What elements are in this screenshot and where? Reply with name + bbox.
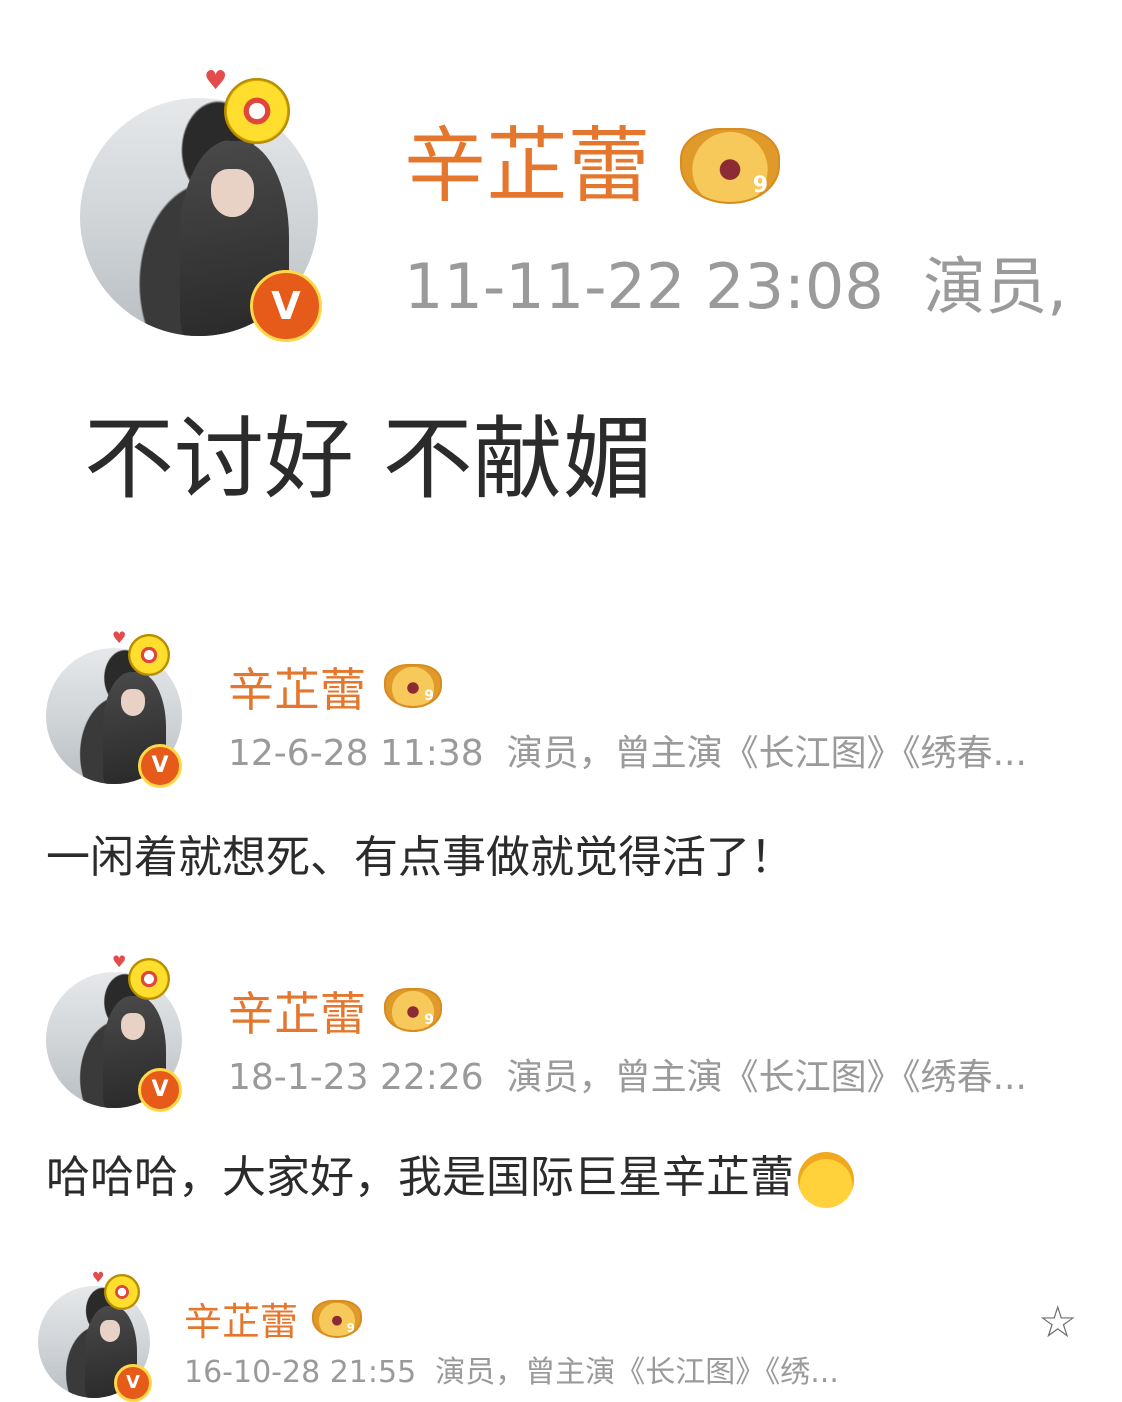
laughing-crying-emoji-icon xyxy=(798,1152,854,1208)
member-level: 9 xyxy=(424,1012,434,1028)
verified-badge: V xyxy=(114,1364,152,1402)
camera-pendant-icon xyxy=(104,1274,140,1310)
avatar-face xyxy=(120,688,146,716)
camera-pendant-icon xyxy=(128,958,170,1000)
favorite-star-icon[interactable]: ☆ xyxy=(1038,1298,1077,1348)
heart-icon: ♥ xyxy=(112,628,127,647)
post-content: 一闲着就想死、有点事做就觉得活了！ xyxy=(46,832,794,883)
post-meta: 11-11-22 23:08 演员, xyxy=(404,252,1067,322)
bio: 演员，曾主演《长江图》《绣春... xyxy=(506,733,1027,774)
post-1: ♥ V 辛芷蕾 9 11-11-22 23:08 演员, 不讨好 不献媚 xyxy=(0,0,1122,560)
member-level: 9 xyxy=(752,173,768,198)
post-meta: 12-6-28 11:38 演员，曾主演《长江图》《绣春... xyxy=(228,732,1027,776)
username[interactable]: 辛芷蕾 xyxy=(228,984,366,1044)
verified-badge: V xyxy=(138,1068,182,1112)
timestamp: 18-1-23 22:26 xyxy=(228,1057,484,1098)
timestamp: 16-10-28 21:55 xyxy=(184,1355,417,1390)
member-crown-icon: 9 xyxy=(384,988,442,1032)
post-2: ♥ V 辛芷蕾 9 12-6-28 11:38 演员，曾主演《长江图》《绣春..… xyxy=(0,620,1122,920)
post-content-row: 哈哈哈，大家好，我是国际巨星辛芷蕾 xyxy=(46,1148,854,1208)
post-content: 不讨好 不献媚 xyxy=(84,407,653,512)
heart-icon: ♥ xyxy=(112,952,127,971)
bio: 演员，曾主演《长江图》《绣... xyxy=(435,1355,839,1390)
member-level: 9 xyxy=(424,688,434,704)
timestamp: 12-6-28 11:38 xyxy=(228,733,484,774)
bio: 演员, xyxy=(923,250,1067,323)
post-meta: 16-10-28 21:55 演员，曾主演《长江图》《绣... xyxy=(184,1354,839,1392)
member-level: 9 xyxy=(346,1321,355,1335)
heart-icon: ♥ xyxy=(204,66,228,96)
verified-badge: V xyxy=(250,270,322,342)
username[interactable]: 辛芷蕾 xyxy=(184,1298,298,1346)
username[interactable]: 辛芷蕾 xyxy=(404,112,650,222)
camera-pendant-icon xyxy=(128,634,170,676)
post-4: ♥ V 辛芷蕾 9 16-10-28 21:55 演员，曾主演《长江图》《绣..… xyxy=(0,1264,1122,1402)
avatar-face xyxy=(210,169,254,217)
member-crown-icon: 9 xyxy=(680,128,780,204)
username[interactable]: 辛芷蕾 xyxy=(228,660,366,720)
verified-badge: V xyxy=(138,744,182,788)
avatar-face xyxy=(99,1319,120,1342)
avatar-face xyxy=(120,1012,146,1040)
camera-pendant-icon xyxy=(224,78,290,144)
timestamp: 11-11-22 23:08 xyxy=(404,250,884,323)
post-meta: 18-1-23 22:26 演员，曾主演《长江图》《绣春... xyxy=(228,1056,1027,1100)
post-content: 哈哈哈，大家好，我是国际巨星辛芷蕾 xyxy=(46,1152,794,1203)
member-crown-icon: 9 xyxy=(312,1300,362,1338)
post-3: ♥ V 辛芷蕾 9 18-1-23 22:26 演员，曾主演《长江图》《绣春..… xyxy=(0,944,1122,1244)
bio: 演员，曾主演《长江图》《绣春... xyxy=(506,1057,1027,1098)
member-crown-icon: 9 xyxy=(384,664,442,708)
heart-icon: ♥ xyxy=(92,1270,105,1286)
